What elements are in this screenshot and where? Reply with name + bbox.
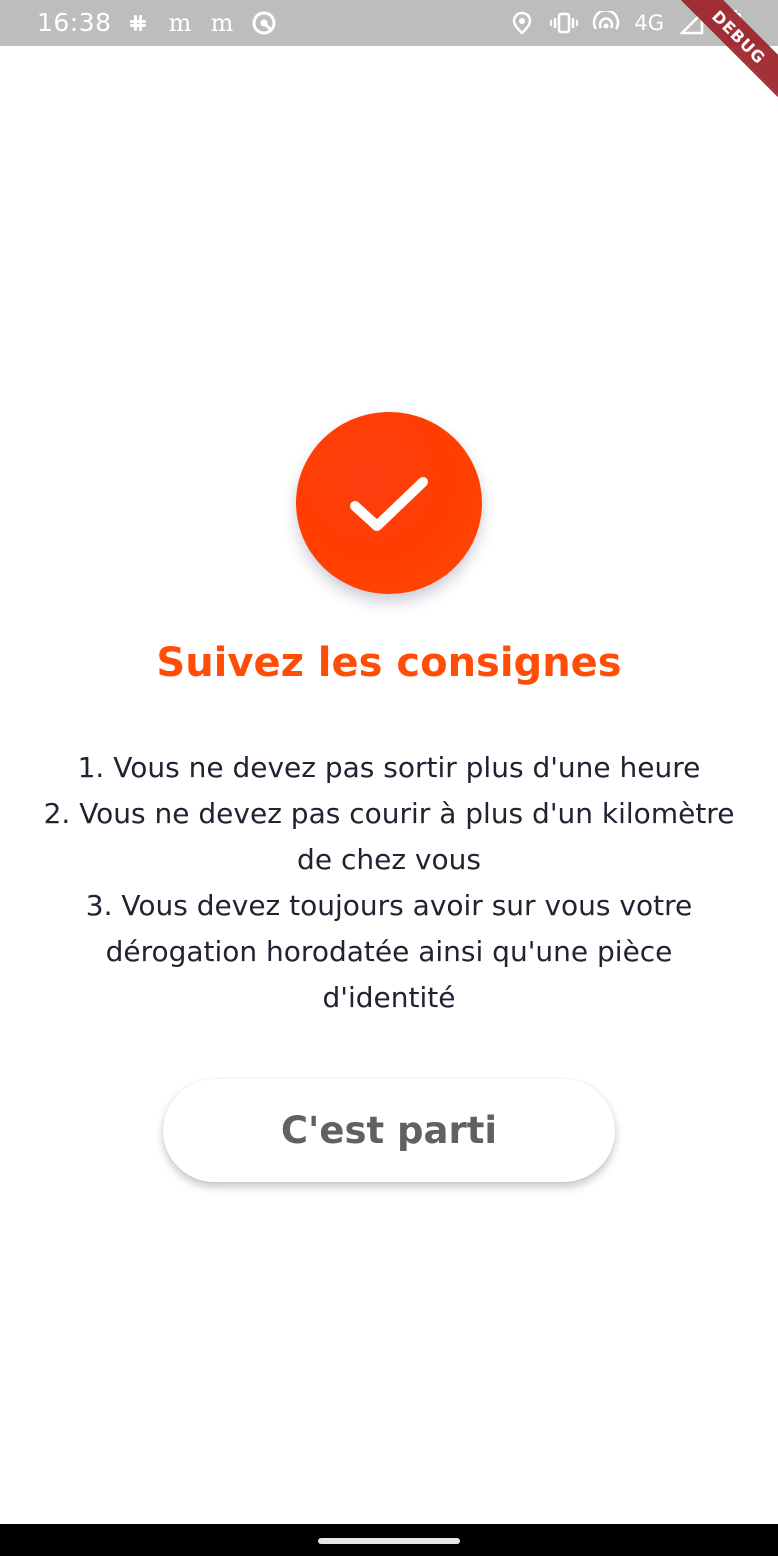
notification-icons: m m bbox=[124, 9, 278, 37]
success-check-badge bbox=[296, 412, 482, 594]
instructions-list: 1. Vous ne devez pas sortir plus d'une h… bbox=[40, 745, 738, 1021]
home-gesture-handle[interactable] bbox=[318, 1538, 460, 1544]
page-title: Suivez les consignes bbox=[156, 640, 622, 686]
vibrate-icon bbox=[550, 9, 579, 37]
gmail-icon: m bbox=[168, 9, 192, 37]
hotspot-icon bbox=[592, 9, 620, 37]
screen: 16:38 m m 4G DEBUG Suivez les consignes … bbox=[0, 0, 778, 1556]
vpn-icon bbox=[250, 9, 278, 37]
instruction-item: 3. Vous devez toujours avoir sur vous vo… bbox=[85, 889, 693, 1014]
instruction-item: 1. Vous ne devez pas sortir plus d'une h… bbox=[77, 751, 701, 784]
status-time: 16:38 bbox=[37, 8, 112, 37]
gmail-icon: m bbox=[210, 9, 234, 37]
instruction-item: 2. Vous ne devez pas courir à plus d'un … bbox=[43, 797, 735, 876]
slack-icon bbox=[124, 9, 152, 37]
location-icon bbox=[508, 9, 536, 37]
network-type-label: 4G bbox=[634, 11, 664, 35]
check-icon bbox=[350, 477, 428, 531]
status-bar: 16:38 m m 4G bbox=[0, 0, 778, 46]
start-button[interactable]: C'est parti bbox=[163, 1079, 615, 1182]
